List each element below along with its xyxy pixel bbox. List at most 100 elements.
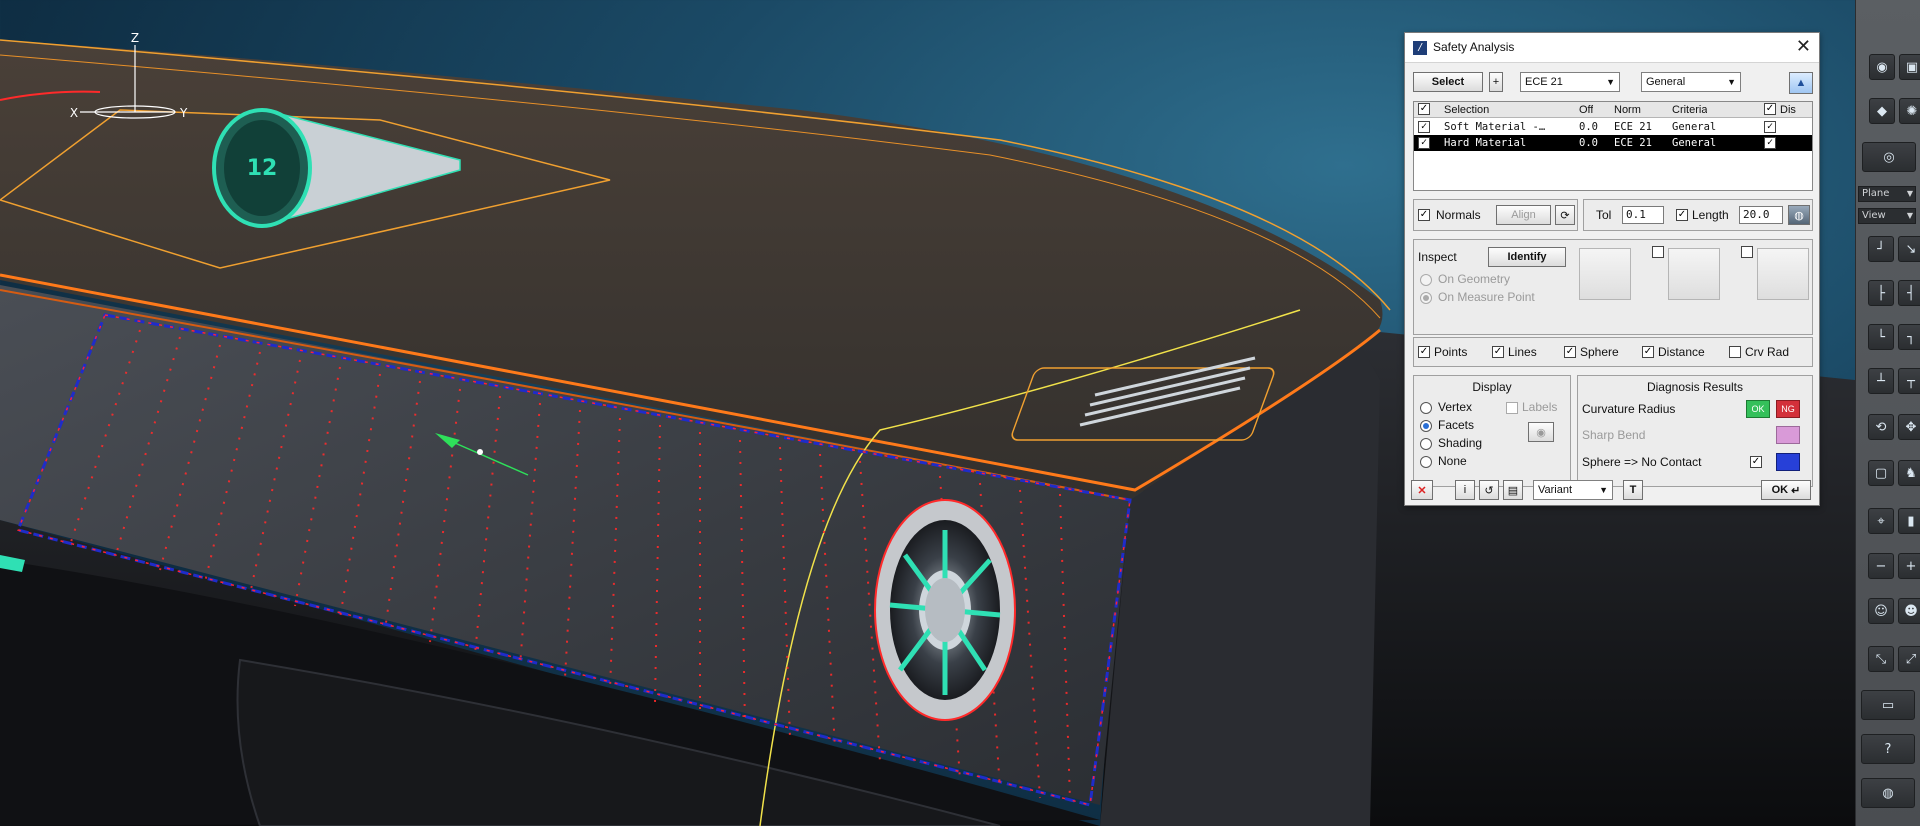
sharp-bend-color-swatch[interactable] <box>1776 426 1800 444</box>
frame-icon[interactable]: ▭ <box>1861 690 1915 720</box>
view-iso2-icon[interactable]: ┬ <box>1898 368 1920 394</box>
sphere-settings-icon[interactable]: ◍ <box>1788 205 1810 225</box>
vertex-label: Vertex <box>1438 400 1473 414</box>
head-view-icon[interactable]: ☺ <box>1868 598 1894 624</box>
refresh-icon[interactable]: ⟳ <box>1555 205 1575 225</box>
variant-dropdown[interactable]: Variant ▼ <box>1533 480 1613 500</box>
zoom-in-icon[interactable]: + <box>1898 553 1920 579</box>
row-norm: ECE 21 <box>1614 121 1652 133</box>
sharp-bend-label: Sharp Bend <box>1582 428 1646 442</box>
inspect-mode-1-icon[interactable] <box>1579 248 1631 300</box>
table-row[interactable]: Soft Material -… 0.0 ECE 21 General <box>1414 119 1812 135</box>
row-checkbox[interactable] <box>1418 121 1430 133</box>
row-checkbox[interactable] <box>1418 137 1430 149</box>
dialog-titlebar[interactable]: / Safety Analysis ✕ <box>1405 33 1819 63</box>
ok-button[interactable]: OK ↵ <box>1761 480 1811 500</box>
add-button[interactable]: + <box>1489 72 1503 92</box>
header-off[interactable]: Off <box>1579 102 1593 118</box>
save-icon[interactable]: ▤ <box>1503 480 1523 500</box>
display-all-checkbox[interactable] <box>1764 103 1776 115</box>
view-z-icon[interactable]: ┐ <box>1898 324 1920 350</box>
inspect-mode-3-checkbox[interactable] <box>1741 246 1753 258</box>
on-measure-point-radio[interactable] <box>1420 292 1432 304</box>
text-icon[interactable]: T <box>1623 480 1643 500</box>
info-icon[interactable]: i <box>1455 480 1475 500</box>
row-display-checkbox[interactable] <box>1764 121 1776 133</box>
light-bulb-icon[interactable]: ✺ <box>1899 98 1920 124</box>
zoom-column-icon[interactable]: ▮ <box>1898 508 1920 534</box>
header-norm[interactable]: Norm <box>1614 102 1641 118</box>
inspect-mode-2-checkbox[interactable] <box>1652 246 1664 258</box>
nok-color-swatch[interactable]: NG <box>1776 400 1800 418</box>
analysis-options-button[interactable]: ▲ <box>1789 72 1813 94</box>
view-y-icon[interactable]: └ <box>1868 324 1894 350</box>
tol-label: Tol <box>1596 208 1612 222</box>
vertex-radio[interactable] <box>1420 402 1432 414</box>
view-yz-icon[interactable]: ├ <box>1868 280 1894 306</box>
sphere-no-contact-checkbox[interactable] <box>1750 456 1762 468</box>
zoom-target-icon[interactable]: ⌖ <box>1868 508 1894 534</box>
row-criteria: General <box>1672 121 1717 133</box>
inspect-mode-2-icon[interactable] <box>1668 248 1720 300</box>
on-geometry-label: On Geometry <box>1438 272 1511 286</box>
header-selection[interactable]: Selection <box>1444 102 1489 118</box>
select-button[interactable]: Select <box>1413 72 1483 92</box>
eye-settings-icon[interactable]: ◉ <box>1869 54 1895 80</box>
normals-checkbox[interactable] <box>1418 209 1430 221</box>
points-checkbox[interactable] <box>1418 346 1430 358</box>
box-view-icon[interactable]: ▢ <box>1868 460 1894 486</box>
display-settings-icon[interactable]: ◉ <box>1528 422 1554 442</box>
row-selection: Soft Material -… <box>1444 121 1546 133</box>
length-input[interactable]: 20.0 <box>1739 206 1783 224</box>
globe-icon[interactable]: ◍ <box>1861 778 1915 808</box>
close-icon[interactable]: ✕ <box>1796 36 1811 57</box>
reset-icon[interactable]: ↺ <box>1479 480 1499 500</box>
walk-icon[interactable]: ♞ <box>1898 460 1920 486</box>
variant-dropdown-value: Variant <box>1538 484 1573 496</box>
query-icon[interactable]: ? <box>1861 734 1915 764</box>
fit-all-icon[interactable]: ⤢ <box>1898 646 1920 672</box>
safety-analysis-dialog: / Safety Analysis ✕ Select + ECE 21 ▼ Gen… <box>1404 32 1820 506</box>
ok-button-label: OK <box>1771 484 1789 496</box>
shading-radio[interactable] <box>1420 438 1432 450</box>
sphere-checkbox[interactable] <box>1564 346 1576 358</box>
view-iso-icon[interactable]: ┴ <box>1868 368 1894 394</box>
environment-icon[interactable]: ◎ <box>1862 142 1916 172</box>
delete-icon[interactable]: ✕ <box>1411 480 1433 500</box>
crv-rad-checkbox[interactable] <box>1729 346 1741 358</box>
view-xy-icon[interactable]: ┤ <box>1898 280 1920 306</box>
align-button[interactable]: Align <box>1496 205 1551 225</box>
fit-region-icon[interactable]: ⤡ <box>1868 646 1894 672</box>
pan-icon[interactable]: ✥ <box>1898 414 1920 440</box>
plane-dropdown[interactable]: Plane <box>1858 186 1916 202</box>
view-x-icon[interactable]: ↘ <box>1898 236 1920 262</box>
lines-checkbox[interactable] <box>1492 346 1504 358</box>
rotate-icon[interactable]: ⟲ <box>1868 414 1894 440</box>
cube-icon[interactable]: ◆ <box>1869 98 1895 124</box>
zoom-out-icon[interactable]: − <box>1868 553 1894 579</box>
view-zx-icon[interactable]: ┘ <box>1868 236 1894 262</box>
facets-radio[interactable] <box>1420 420 1432 432</box>
clapper-icon[interactable]: ▣ <box>1899 54 1920 80</box>
labels-checkbox[interactable] <box>1506 402 1518 414</box>
pointer-icon: ▲ <box>1795 77 1807 89</box>
head-view-alt-icon[interactable]: ☻ <box>1898 598 1920 624</box>
inspect-mode-3-icon[interactable] <box>1757 248 1809 300</box>
tol-input[interactable]: 0.1 <box>1622 206 1664 224</box>
norm-dropdown[interactable]: ECE 21 ▼ <box>1520 72 1620 92</box>
distance-checkbox[interactable] <box>1642 346 1654 358</box>
header-dis[interactable]: Dis <box>1780 102 1796 118</box>
on-geometry-radio[interactable] <box>1420 274 1432 286</box>
none-radio[interactable] <box>1420 456 1432 468</box>
view-dropdown[interactable]: View <box>1858 208 1916 224</box>
sphere-color-swatch[interactable] <box>1776 453 1800 471</box>
table-row[interactable]: Hard Material 0.0 ECE 21 General <box>1414 135 1812 151</box>
criteria-dropdown[interactable]: General ▼ <box>1641 72 1741 92</box>
diagnosis-panel: Diagnosis Results Curvature Radius OK NG… <box>1577 375 1813 487</box>
identify-button[interactable]: Identify <box>1488 247 1566 267</box>
row-display-checkbox[interactable] <box>1764 137 1776 149</box>
ok-color-swatch[interactable]: OK <box>1746 400 1770 418</box>
length-checkbox[interactable] <box>1676 209 1688 221</box>
select-all-checkbox[interactable] <box>1418 103 1430 115</box>
header-criteria[interactable]: Criteria <box>1672 102 1707 118</box>
